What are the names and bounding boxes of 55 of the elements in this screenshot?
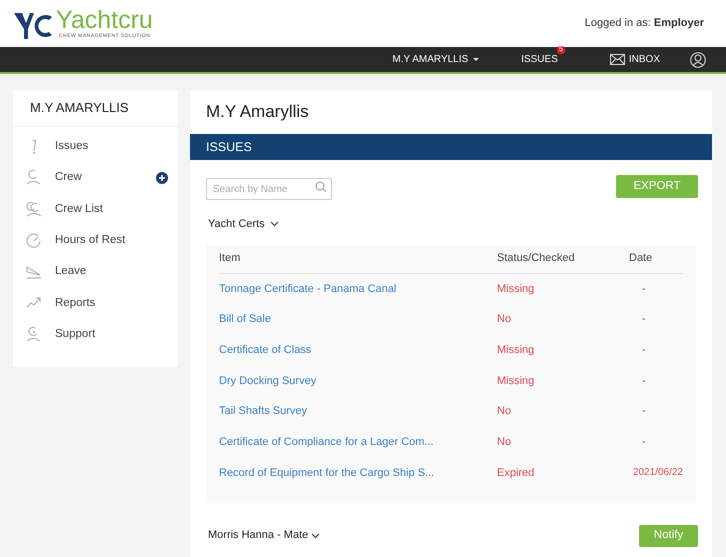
date-text: - <box>641 282 647 297</box>
status-text: Expired <box>497 466 536 481</box>
item-link[interactable]: Dry Docking Survey <box>219 372 497 390</box>
item-link[interactable]: Certificate of Class <box>219 342 497 358</box>
envelope-icon <box>610 54 625 65</box>
inbox-link[interactable]: INBOX <box>610 52 660 67</box>
page-title: M.Y Amaryllis <box>206 101 309 124</box>
sidebar-title: M.Y AMARYLLIS <box>30 99 129 118</box>
status-text: No <box>497 312 512 328</box>
caret-icon <box>473 58 480 61</box>
status-text: No <box>497 404 512 420</box>
date-text: 2021/06/22 <box>632 466 683 480</box>
chevron-icon <box>311 532 320 538</box>
add-icon[interactable] <box>156 172 168 184</box>
date-text: - <box>641 312 647 328</box>
crew-group-toggle[interactable]: Morris Hanna - Mate <box>208 527 320 544</box>
date-text: - <box>641 374 647 389</box>
sidebar-item[interactable]: Crew List <box>13 194 178 225</box>
search-icon <box>315 180 326 192</box>
warning-icon <box>32 140 36 154</box>
logo-text: Yachtcru <box>56 7 153 33</box>
date-text: - <box>641 342 647 358</box>
item-link[interactable]: Certificate of Compliance for a Lager Com... <box>219 434 497 451</box>
status-text: Missing <box>497 282 536 297</box>
status-text: Missing <box>497 374 536 389</box>
vessel-menu[interactable]: M.Y AMARYLLIS <box>392 52 480 67</box>
clock-icon <box>26 232 42 250</box>
item-link[interactable]: Tonnage Certificate - Panama Canal <box>219 280 497 298</box>
support-icon <box>26 326 42 343</box>
item-link[interactable]: Record of Equipment for the Cargo Ship S... <box>219 464 497 482</box>
status-text: No <box>497 435 512 450</box>
date-text: - <box>641 435 647 450</box>
column-header: Status/Checked <box>497 251 576 266</box>
date-text: - <box>641 404 647 420</box>
login-role: Employer <box>654 16 704 32</box>
sidebar-item[interactable]: Issues <box>13 131 178 162</box>
sidebar-item[interactable]: Reports <box>13 287 178 319</box>
sidebar-item[interactable]: Crew <box>13 162 178 194</box>
item-link[interactable]: Tail Shafts Survey <box>219 403 497 420</box>
sidebar-item[interactable]: Support <box>13 318 178 350</box>
chevron-icon <box>270 221 279 228</box>
people-icon <box>26 200 42 218</box>
search-field[interactable]: Search by Name <box>206 178 332 200</box>
login-label: Logged in as: <box>584 16 651 32</box>
column-header: Item <box>219 251 242 266</box>
user-icon[interactable] <box>690 52 706 68</box>
column-header: Date <box>629 251 654 266</box>
status-text: Missing <box>497 342 536 358</box>
sidebar-item[interactable]: Hours of Rest <box>13 224 178 256</box>
group-toggle[interactable]: Yacht Certs <box>208 216 279 232</box>
issues-link[interactable]: ISSUES <box>521 52 558 67</box>
item-link[interactable]: Bill of Sale <box>219 311 497 328</box>
person-icon <box>26 169 42 186</box>
sidebar-item[interactable]: Leave <box>13 256 178 288</box>
section-header: ISSUES <box>190 134 712 160</box>
